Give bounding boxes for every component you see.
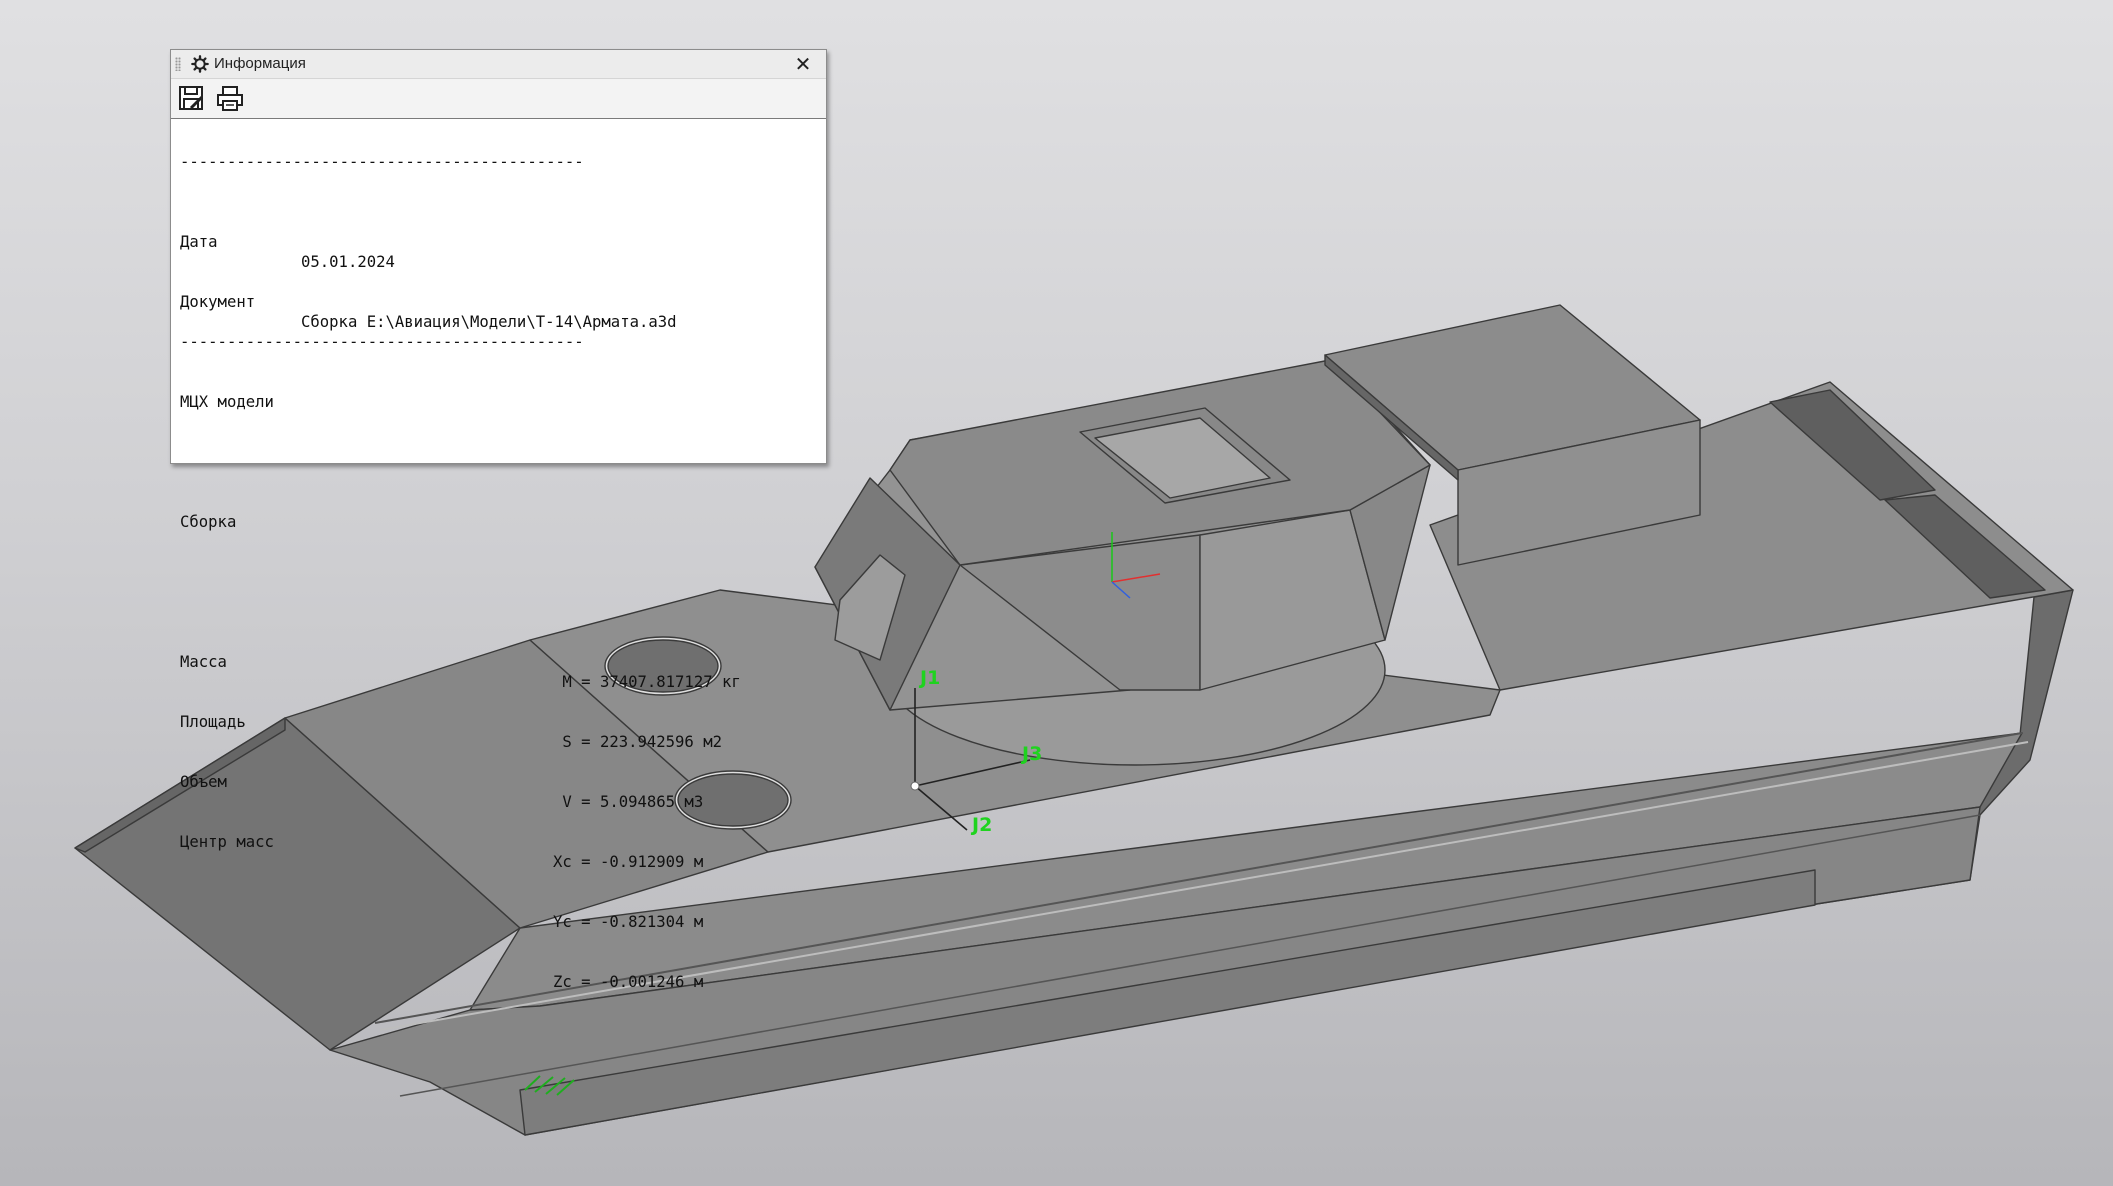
property-label: Масса: [180, 653, 227, 671]
object-type: Сборка: [180, 513, 237, 531]
section-title: МЦХ модели: [180, 393, 274, 411]
document-value: Сборка E:\Авиация\Модели\Т-14\Армата.a3d: [301, 313, 677, 331]
property-row: Центр масс Xc = -0.912909 м: [180, 812, 826, 871]
property-label: Объем: [180, 773, 227, 791]
property-value: Zc = -0.001246 м: [553, 973, 704, 991]
joint-label-j1: J1: [920, 667, 941, 689]
print-icon[interactable]: [215, 84, 245, 112]
info-window: Информация ✕ ---------------------------…: [170, 49, 827, 991]
property-row: Площадь S = 223.942596 м2: [180, 692, 826, 751]
window-title: Информация: [214, 55, 306, 72]
document-row: Документ Сборка E:\Авиация\Модели\Т-14\А…: [180, 272, 826, 331]
date-value: 05.01.2024: [301, 253, 395, 271]
property-row: Объем V = 5.094865 м3: [180, 752, 826, 811]
property-row: Масса M = 37407.817127 кг: [180, 632, 826, 691]
separator-line: ----------------------------------------…: [180, 153, 584, 171]
property-row: Zc = -0.001246 м: [180, 932, 826, 991]
date-row: Дата 05.01.2024: [180, 212, 826, 271]
property-row: Yc = -0.821304 м: [180, 872, 826, 931]
window-titlebar[interactable]: Информация ✕: [171, 50, 826, 79]
close-button[interactable]: ✕: [792, 53, 814, 75]
drag-handle-icon[interactable]: [175, 57, 181, 71]
save-icon[interactable]: [177, 84, 207, 112]
window-toolbar: [171, 79, 826, 119]
property-value: M = 37407.817127 кг: [553, 673, 741, 691]
gear-icon: [191, 55, 209, 73]
property-value: Xc = -0.912909 м: [553, 853, 704, 871]
document-label: Документ: [180, 293, 256, 311]
property-label: Центр масс: [180, 833, 274, 851]
joint-label-j2: J2: [972, 814, 993, 836]
joint-label-j3: J3: [1022, 743, 1043, 765]
property-value: V = 5.094865 м3: [553, 793, 704, 811]
property-value: S = 223.942596 м2: [553, 733, 722, 751]
report-text: ----------------------------------------…: [180, 121, 826, 991]
separator-line: ----------------------------------------…: [180, 333, 584, 351]
property-label: Площадь: [180, 713, 246, 731]
date-label: Дата: [180, 233, 218, 251]
property-value: Yc = -0.821304 м: [553, 913, 704, 931]
